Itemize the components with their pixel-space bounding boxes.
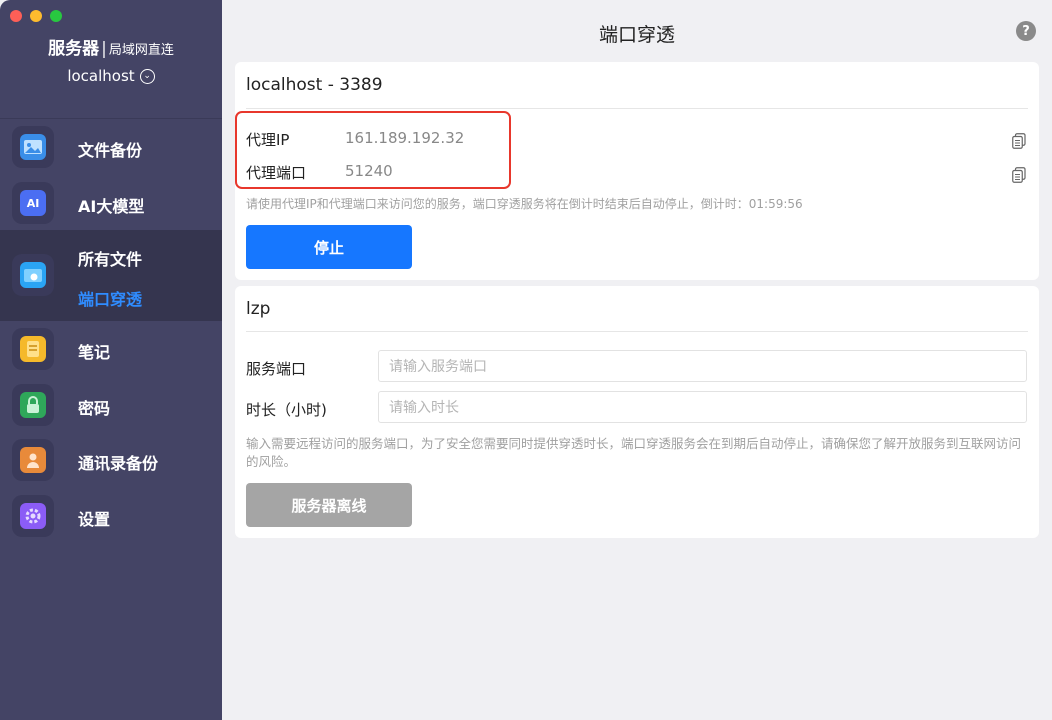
brand-separator: | <box>101 39 107 59</box>
app-brand: 服务器 | 局域网直连 <box>0 34 222 59</box>
sidebar-subitem-port-forwarding[interactable]: 端口穿透 <box>78 286 142 310</box>
apple-folder-icon <box>12 254 54 296</box>
config-hint-text: 输入需要远程访问的服务端口，为了安全您需要同时提供穿透时长，端口穿透服务会在到期… <box>246 436 1022 469</box>
sidebar-item-settings[interactable]: 设置 <box>0 493 222 539</box>
page-title: 端口穿透 <box>598 24 675 46</box>
config-card-title: lzp <box>246 299 271 319</box>
proxy-port-label: 代理端口 <box>246 164 307 182</box>
host-selector[interactable]: localhost ⌄ <box>0 67 222 85</box>
service-port-label: 服务端口 <box>246 360 307 378</box>
minimize-window-button[interactable] <box>30 10 42 22</box>
contacts-icon <box>12 439 54 481</box>
sidebar-item-label: 通讯录备份 <box>78 454 159 473</box>
image-backup-icon <box>12 126 54 168</box>
copy-port-icon[interactable] <box>1012 167 1026 183</box>
duration-label: 时长（小时) <box>246 401 327 419</box>
sidebar-item-label: 设置 <box>78 510 111 529</box>
stop-button[interactable]: 停止 <box>246 225 412 269</box>
zoom-window-button[interactable] <box>50 10 62 22</box>
sidebar-divider <box>0 118 222 119</box>
window-controls <box>10 10 62 22</box>
sidebar-item-ai-model[interactable]: AI AI大模型 <box>0 180 222 226</box>
proxy-card-title: localhost - 3389 <box>246 75 383 95</box>
service-port-input[interactable]: 请输入服务端口 <box>378 350 1027 382</box>
sidebar-item-label: 文件备份 <box>78 141 143 160</box>
close-window-button[interactable] <box>10 10 22 22</box>
proxy-hint-text: 请使用代理IP和代理端口来访问您的服务，端口穿透服务将在倒计时结束后自动停止，倒… <box>246 197 803 211</box>
proxy-ip-value: 161.189.192.32 <box>345 129 465 147</box>
host-name: localhost <box>67 67 135 85</box>
lock-icon <box>12 384 54 426</box>
proxy-info-card: localhost - 3389 代理IP 161.189.192.32 代理端… <box>235 62 1039 280</box>
sidebar-item-label: 所有文件 <box>78 250 143 269</box>
note-icon <box>12 328 54 370</box>
proxy-port-value: 51240 <box>345 162 393 180</box>
copy-ip-icon[interactable] <box>1012 133 1026 149</box>
main-content: 端口穿透 ? localhost - 3389 代理IP 161.189.192… <box>222 0 1052 720</box>
sidebar-item-file-backup[interactable]: 文件备份 <box>0 124 222 170</box>
sidebar: 服务器 | 局域网直连 localhost ⌄ 文件备份 AI AI大模型 所有文件… <box>0 0 222 720</box>
chevron-down-icon: ⌄ <box>139 68 155 84</box>
card-divider <box>246 108 1028 109</box>
brand-name: 服务器 <box>48 39 100 59</box>
proxy-ip-label: 代理IP <box>246 131 290 149</box>
sidebar-item-label: 笔记 <box>78 343 111 362</box>
ai-model-icon: AI <box>12 182 54 224</box>
brand-subtitle: 局域网直连 <box>108 43 174 58</box>
sidebar-item-label: 密码 <box>78 399 111 418</box>
sidebar-item-notes[interactable]: 笔记 <box>0 326 222 372</box>
sidebar-item-password[interactable]: 密码 <box>0 382 222 428</box>
sidebar-item-all-files[interactable]: 所有文件 端口穿透 <box>0 230 222 321</box>
port-config-card: lzp 服务端口 请输入服务端口 时长（小时) 请输入时长 输入需要远程访问的服… <box>235 286 1039 538</box>
help-icon[interactable]: ? <box>1016 21 1036 41</box>
sidebar-item-label: AI大模型 <box>78 197 145 216</box>
server-offline-button[interactable]: 服务器离线 <box>246 483 412 527</box>
gear-icon <box>12 495 54 537</box>
card-divider <box>246 331 1028 332</box>
sidebar-item-contacts-backup[interactable]: 通讯录备份 <box>0 437 222 483</box>
duration-input[interactable]: 请输入时长 <box>378 391 1027 423</box>
